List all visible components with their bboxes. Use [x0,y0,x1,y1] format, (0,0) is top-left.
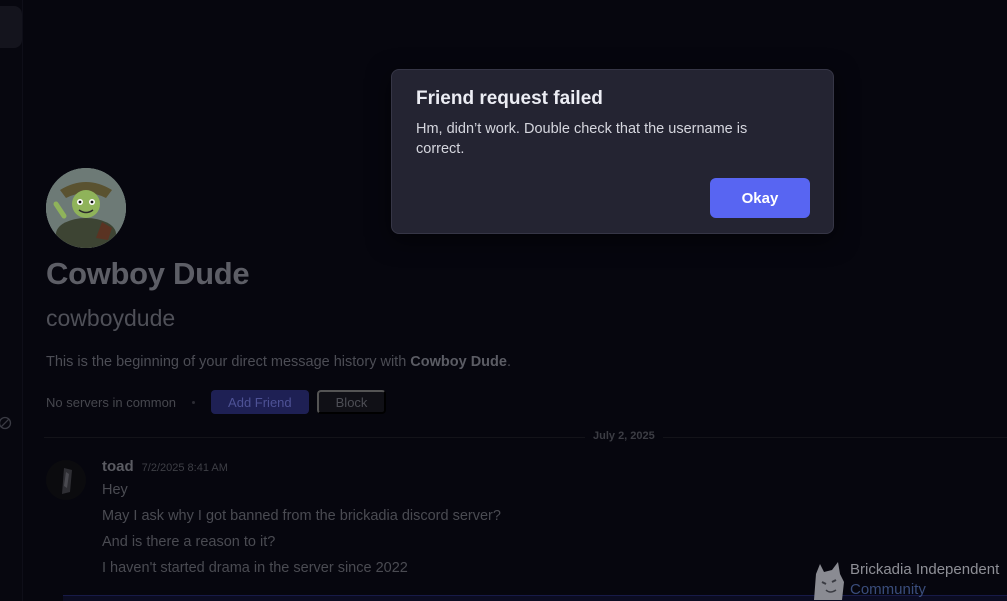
date-divider [44,437,1007,438]
date-divider-label: July 2, 2025 [585,430,663,442]
rail-item[interactable] [0,6,22,48]
left-rail [0,0,23,601]
add-friend-button[interactable]: Add Friend [211,390,309,414]
profile-username: cowboydude [46,305,176,331]
dm-intro-prefix: This is the beginning of your direct mes… [46,354,411,370]
message-line: Hey [102,482,128,498]
profile-avatar[interactable] [46,168,126,248]
message-line: May I ask why I got banned from the bric… [102,508,501,524]
watermark: Brickadia Independent Community [810,560,1007,601]
blocked-circle-icon[interactable] [0,416,12,430]
message-author-avatar[interactable] [46,460,86,500]
dm-intro-suffix: . [506,354,511,370]
profile-display-name: Cowboy Dude [46,256,250,291]
mutual-servers-text: No servers in common [46,394,177,410]
friend-request-failed-dialog: Friend request failed Hm, didn’t work. D… [391,69,834,234]
watermark-title: Brickadia Independent [850,561,1000,578]
message-line: And is there a reason to it? [102,534,276,550]
watermark-subtitle: Community [850,581,926,598]
block-button[interactable]: Block [316,390,387,414]
dialog-message: Hm, didn’t work. Double check that the u… [416,121,748,157]
dialog-title: Friend request failed [416,88,603,109]
dm-intro-text: This is the beginning of your direct mes… [46,354,511,370]
message-author[interactable]: toad [102,458,134,475]
app-window: Cowboy Dude cowboydude This is the begin… [0,0,1007,601]
message-line: I haven't started drama in the server si… [102,560,408,576]
profile-actions-row: No servers in common Add Friend Block [46,390,387,414]
message-header: toad 7/2/2025 8:41 AM [102,458,228,475]
message-timestamp: 7/2/2025 8:41 AM [141,462,228,474]
wolf-logo-icon [810,560,848,601]
separator-dot [192,400,196,404]
okay-button[interactable]: Okay [710,178,810,218]
dm-intro-name: Cowboy Dude [410,354,507,370]
